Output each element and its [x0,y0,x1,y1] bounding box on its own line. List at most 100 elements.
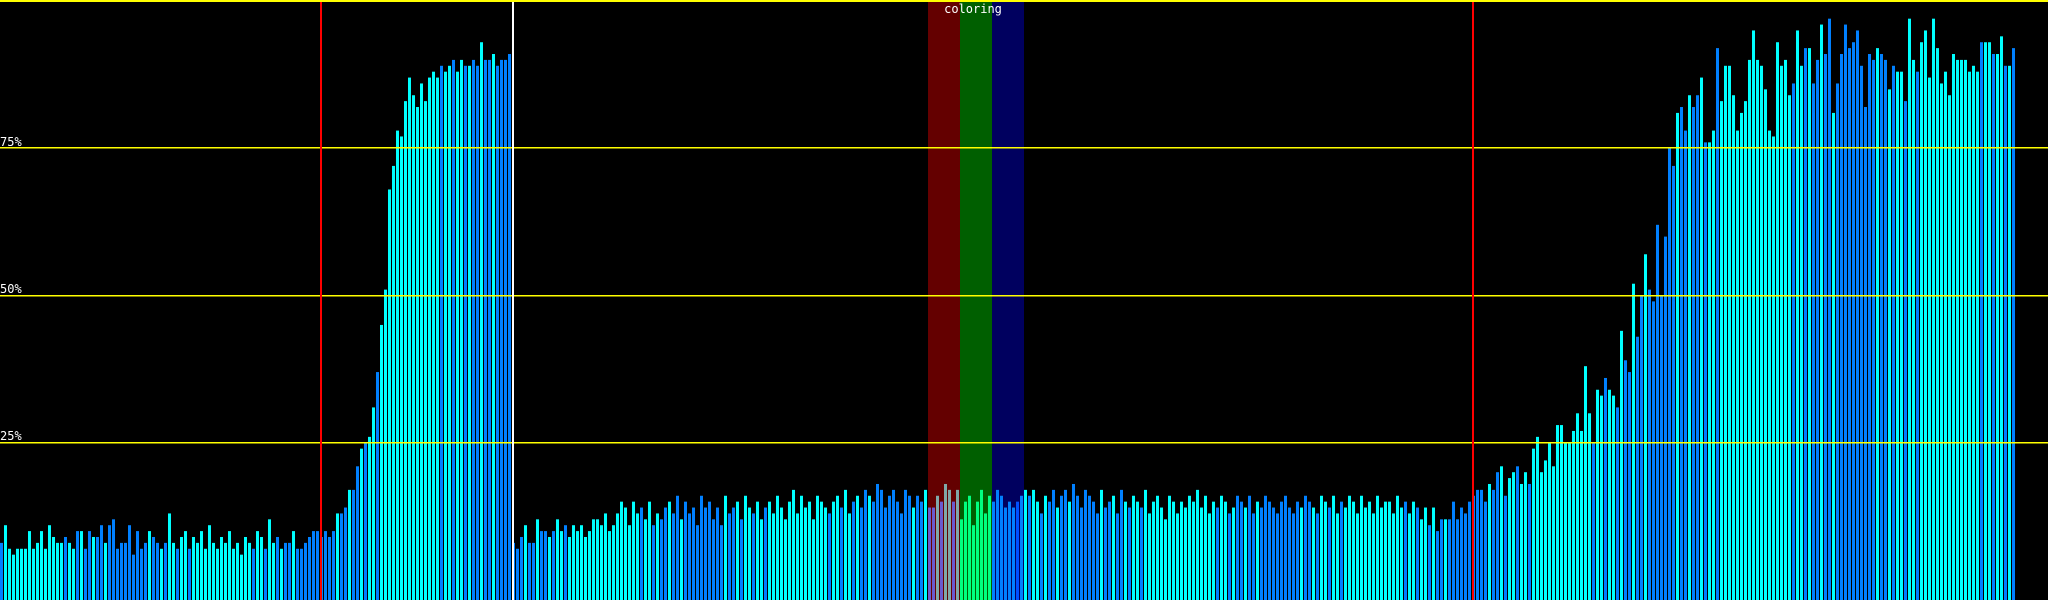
bar [1520,483,1523,600]
bar [208,525,211,600]
bar [1576,413,1579,600]
bar [552,531,555,600]
bar [96,536,99,600]
bar [1232,507,1235,600]
bar [684,501,687,600]
bar [1340,501,1343,600]
bar [932,507,935,600]
bar [1800,65,1803,600]
bar [712,519,715,600]
bar [1896,71,1899,600]
bar [1004,507,1007,600]
bar [1304,495,1307,600]
bar [636,513,639,600]
bar [1852,42,1855,600]
bar [1788,95,1791,600]
bar [872,501,875,600]
bar [804,507,807,600]
bar [212,542,215,600]
bar [1140,507,1143,600]
bar [1624,360,1627,600]
bar [1112,495,1115,600]
bar [680,519,683,600]
bar [1388,501,1391,600]
bar [1568,442,1571,600]
bar [432,71,435,600]
bar [1052,489,1055,600]
bar [1836,83,1839,600]
bar [1368,501,1371,600]
bar [24,548,27,600]
bar [1076,495,1079,600]
bar [584,536,587,600]
bar [200,531,203,600]
bar [424,101,427,600]
bar [1584,366,1587,600]
bar [1664,236,1667,600]
bar [556,519,559,600]
bar [300,548,303,600]
bar [504,59,507,600]
bar [176,548,179,600]
bar [1436,531,1439,600]
bar [652,525,655,600]
red-marker-line-2 [1472,2,1474,600]
bar [356,466,359,600]
bar [1144,489,1147,600]
bar [1856,30,1859,600]
bar [76,531,79,600]
bar [1968,71,1971,600]
bar [1056,507,1059,600]
bar [264,548,267,600]
bar [1656,224,1659,600]
bar [1760,65,1763,600]
bar [184,531,187,600]
bar [1320,495,1323,600]
bar [1428,525,1431,600]
bar [1432,507,1435,600]
bar [992,501,995,600]
bar [720,525,723,600]
bar [312,531,315,600]
bar [1940,83,1943,600]
bar [836,495,839,600]
bar [1448,519,1451,600]
bar [1492,489,1495,600]
bar [352,489,355,600]
bar [1772,136,1775,600]
bar [100,525,103,600]
bar [1476,489,1479,600]
bar [1960,59,1963,600]
bar [1972,65,1975,600]
bar [364,442,367,600]
bar [1452,501,1455,600]
bar [372,407,375,600]
bar [0,542,3,600]
bar [1240,501,1243,600]
bar [848,513,851,600]
bar [988,495,991,600]
bar [1372,513,1375,600]
bar [1408,513,1411,600]
bar [1444,519,1447,600]
bar [1216,507,1219,600]
bar [1132,495,1135,600]
bar [1236,495,1239,600]
bar [496,65,499,600]
bar [1964,59,1967,600]
bar [1504,495,1507,600]
bar [1644,254,1647,600]
bar [1696,95,1699,600]
bar [1276,513,1279,600]
bar [1716,48,1719,600]
bar [1420,519,1423,600]
bar [304,542,307,600]
bar [16,548,19,600]
bar [288,542,291,600]
bar [328,536,331,600]
bar [908,495,911,600]
bar [1548,442,1551,600]
bar [648,501,651,600]
bar [1780,65,1783,600]
bar [756,501,759,600]
